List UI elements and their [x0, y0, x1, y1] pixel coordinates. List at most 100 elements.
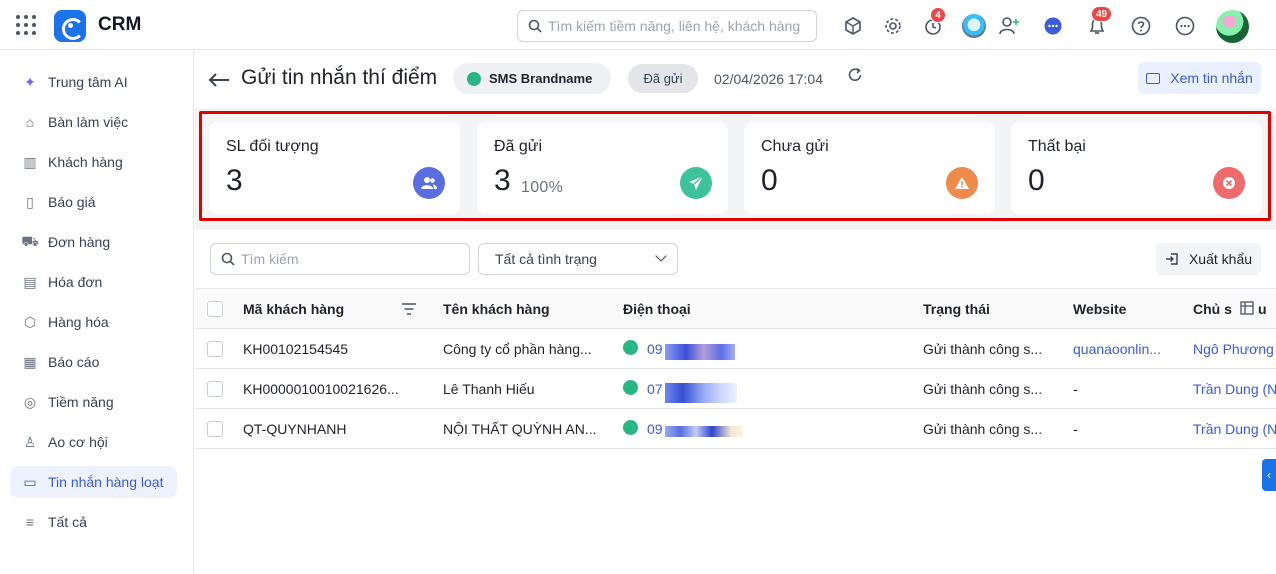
global-search[interactable]	[517, 10, 817, 42]
row-checkbox[interactable]	[207, 421, 223, 437]
app-title: CRM	[98, 14, 142, 35]
owner-link[interactable]: Ngô Phương T	[1193, 341, 1276, 357]
search-icon	[528, 19, 542, 33]
redacted-phone	[665, 344, 735, 360]
stat-label: SL đối tượng	[226, 138, 319, 155]
export-icon	[1165, 253, 1178, 265]
phone-number[interactable]: 09	[647, 421, 663, 437]
website-link: -	[1073, 421, 1078, 437]
website-link: -	[1073, 381, 1078, 397]
table-row[interactable]: QT-QUYNHANH NỘI THẤT QUỲNH AN... 09 Gửi …	[195, 409, 1276, 449]
refresh-icon[interactable]	[847, 67, 863, 88]
send-icon	[680, 167, 712, 199]
page-title: Gửi tin nhắn thí điểm	[241, 66, 438, 89]
sidebar-item-label: Báo giá	[48, 194, 96, 210]
owner-link[interactable]: Trần Dung (N	[1193, 381, 1276, 397]
list-search[interactable]	[210, 243, 470, 275]
ai-assistant-avatar[interactable]	[962, 14, 986, 38]
gear-icon[interactable]	[881, 14, 905, 38]
column-header[interactable]: Trạng thái	[923, 301, 990, 317]
sidebar-item-label: Báo cáo	[48, 354, 100, 370]
sidebar-item-products[interactable]: ⬡ Hàng hóa	[10, 306, 177, 338]
column-header[interactable]: Điện thoại	[623, 301, 691, 317]
back-arrow-icon[interactable]	[208, 68, 230, 94]
owner-link[interactable]: Trần Dung (N	[1193, 421, 1276, 437]
sidebar-item-all[interactable]: ≡ Tất cả	[10, 506, 177, 538]
logo-dot	[68, 23, 73, 28]
table-row[interactable]: KH00102154545 Công ty cổ phần hàng... 09…	[195, 329, 1276, 369]
sidebar-item-invoices[interactable]: ▤ Hóa đơn	[10, 266, 177, 298]
stat-value: 3	[226, 164, 243, 197]
stat-label: Chưa gửi	[761, 138, 829, 155]
sidebar-item-leads[interactable]: ◎ Tiềm năng	[10, 386, 177, 418]
search-icon	[221, 252, 235, 266]
global-search-input[interactable]	[548, 18, 808, 34]
notification-badge: 49	[1091, 6, 1113, 22]
sidebar-item-label: Khách hàng	[48, 154, 123, 170]
column-header[interactable]: Tên khách hàng	[443, 301, 550, 317]
sidebar-item-workspace[interactable]: ⌂ Bàn làm việc	[10, 106, 177, 138]
website-link[interactable]: quanaoonlin...	[1073, 341, 1173, 357]
list-search-input[interactable]	[241, 251, 461, 267]
users-icon	[413, 167, 445, 199]
user-avatar[interactable]	[1216, 10, 1249, 43]
sidebar-item-label: Ao cơ hội	[48, 434, 108, 450]
row-checkbox[interactable]	[207, 341, 223, 357]
stats-panel: SL đối tượng 3 Đã gửi 3 100% Chưa gửi 0 …	[195, 108, 1276, 230]
stat-percent: 100%	[521, 179, 564, 196]
add-user-icon[interactable]	[997, 14, 1021, 38]
stat-label: Thất bại	[1028, 138, 1086, 155]
channel-chip: SMS Brandname	[453, 63, 611, 94]
phone-number[interactable]: 09	[647, 341, 663, 357]
menu-icon: ≡	[25, 514, 35, 530]
customer-code: KH00102154545	[243, 341, 349, 357]
filter-row: Tất cả tình trạng Xuất khẩu	[195, 230, 1276, 288]
chat-icon[interactable]	[1041, 14, 1065, 38]
cart-icon: ⛟	[21, 232, 39, 249]
status-filter-select[interactable]: Tất cả tình trạng	[478, 243, 678, 275]
channel-label: SMS Brandname	[489, 71, 593, 86]
view-message-label: Xem tin nhắn	[1170, 70, 1253, 86]
table-row[interactable]: KH0000010010021626... Lê Thanh Hiếu 07 G…	[195, 369, 1276, 409]
sidebar-item-quotes[interactable]: ▯ Báo giá	[10, 186, 177, 218]
select-all-checkbox[interactable]	[207, 301, 223, 317]
home-icon: ⌂	[25, 114, 35, 130]
column-header[interactable]: Mã khách hàng	[243, 301, 344, 317]
customer-name: Lê Thanh Hiếu	[443, 381, 535, 397]
more-icon[interactable]	[1173, 14, 1197, 38]
status-badge: Đã gửi	[628, 64, 698, 93]
sidebar-item-customers[interactable]: ▥ Khách hàng	[10, 146, 177, 178]
error-icon	[1213, 167, 1245, 199]
sidebar-item-ai-center[interactable]: ✦ Trung tâm AI	[10, 66, 177, 98]
row-checkbox[interactable]	[207, 381, 223, 397]
app-grid-icon[interactable]	[16, 15, 36, 35]
help-icon[interactable]	[1129, 14, 1153, 38]
timer-badge: 4	[930, 7, 946, 23]
customer-name: NỘI THẤT QUỲNH AN...	[443, 421, 597, 437]
column-filter-icon[interactable]	[402, 302, 416, 320]
phone-number[interactable]: 07	[647, 381, 663, 397]
customer-name: Công ty cổ phần hàng...	[443, 341, 592, 357]
stat-value: 0	[1028, 164, 1045, 197]
view-message-button[interactable]: Xem tin nhắn	[1138, 62, 1261, 94]
stat-card-targets: SL đối tượng 3	[209, 122, 460, 214]
sidebar-item-reports[interactable]: ▦ Báo cáo	[10, 346, 177, 378]
stat-card-pending: Chưa gửi 0	[744, 122, 995, 214]
warning-icon	[946, 167, 978, 199]
sidebar-item-orders[interactable]: ⛟ Đơn hàng	[10, 226, 177, 258]
column-header[interactable]: Chủ s	[1193, 301, 1232, 317]
sidebar-item-opportunity-pool[interactable]: ♙ Ao cơ hội	[10, 426, 177, 458]
side-panel-toggle[interactable]: ‹	[1262, 459, 1276, 491]
sidebar-item-bulk-messages[interactable]: ▭ Tin nhắn hàng loạt	[10, 466, 177, 498]
redacted-phone	[665, 426, 743, 437]
sent-datetime: 02/04/2026 17:04	[714, 71, 823, 87]
export-label: Xuất khẩu	[1188, 251, 1253, 267]
box-search-icon[interactable]	[841, 14, 865, 38]
column-settings-icon[interactable]	[1240, 301, 1254, 320]
column-header[interactable]: Website	[1073, 301, 1126, 317]
stat-label: Đã gửi	[494, 138, 543, 155]
chevron-left-icon: ‹	[1267, 468, 1271, 482]
export-button[interactable]: Xuất khẩu	[1156, 243, 1261, 275]
redacted-phone	[665, 383, 737, 403]
main-content: Gửi tin nhắn thí điểm SMS Brandname Đã g…	[195, 50, 1276, 574]
